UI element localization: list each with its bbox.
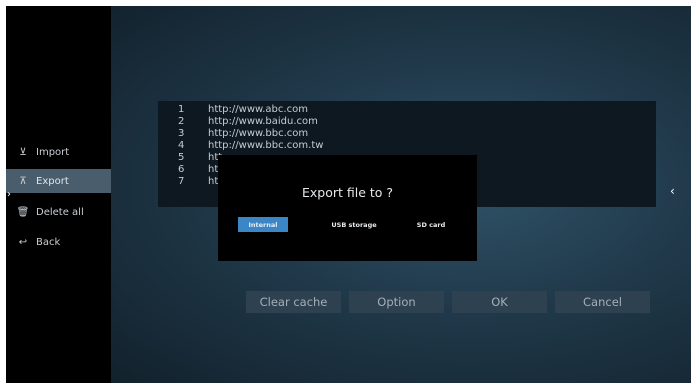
ok-button[interactable]: OK [452, 291, 547, 313]
url-number: 4 [178, 140, 185, 151]
chevron-right-icon: › [7, 189, 11, 200]
list-item[interactable]: 2 http://www.baidu.com [158, 116, 656, 128]
sidebar-item-export[interactable]: ⊼ Export [6, 169, 111, 193]
dialog-title: Export file to ? [301, 185, 394, 200]
sidebar-item-import[interactable]: ⊻ Import [6, 140, 111, 164]
chevron-left-icon: ‹ [670, 184, 675, 198]
sd-card-option-button[interactable]: SD card [408, 217, 454, 232]
sidebar: ⊻ Import ⊼ Export 🗑 Delete all ↩ Back [6, 6, 111, 383]
sidebar-item-label: Delete all [36, 206, 84, 218]
url-text: http://www.abc.com [208, 104, 308, 115]
url-number: 6 [178, 164, 185, 175]
import-icon: ⊻ [19, 146, 27, 158]
screen: ⊻ Import ⊼ Export 🗑 Delete all ↩ Back › … [6, 6, 691, 383]
list-item[interactable]: 3 http://www.bbc.com [158, 128, 656, 140]
back-icon: ↩ [18, 236, 28, 248]
export-dialog: Export file to ? Internal USB storage SD… [218, 155, 477, 261]
url-number: 7 [178, 176, 185, 187]
sidebar-item-label: Back [36, 236, 61, 248]
url-number: 2 [178, 116, 185, 127]
url-number: 5 [178, 152, 185, 163]
sidebar-item-label: Export [36, 175, 69, 187]
sidebar-item-delete-all[interactable]: 🗑 Delete all [6, 200, 111, 224]
list-item[interactable]: 1 http://www.abc.com [158, 104, 656, 116]
list-item[interactable]: 4 http://www.bbc.com.tw [158, 140, 656, 152]
option-button[interactable]: Option [349, 291, 444, 313]
export-icon: ⊼ [19, 175, 27, 187]
sidebar-item-label: Import [36, 146, 70, 158]
cancel-button[interactable]: Cancel [555, 291, 650, 313]
trash-icon: 🗑 [16, 206, 30, 218]
url-text: http://www.bbc.com [208, 128, 309, 139]
url-text: http://www.baidu.com [208, 116, 318, 127]
usb-storage-option-button[interactable]: USB storage [326, 217, 382, 232]
url-number: 3 [178, 128, 185, 139]
url-text: http://www.bbc.com.tw [208, 140, 324, 151]
url-number: 1 [178, 104, 185, 115]
sidebar-item-back[interactable]: ↩ Back [6, 230, 111, 254]
clear-cache-button[interactable]: Clear cache [246, 291, 341, 313]
internal-option-button[interactable]: Internal [238, 217, 288, 232]
